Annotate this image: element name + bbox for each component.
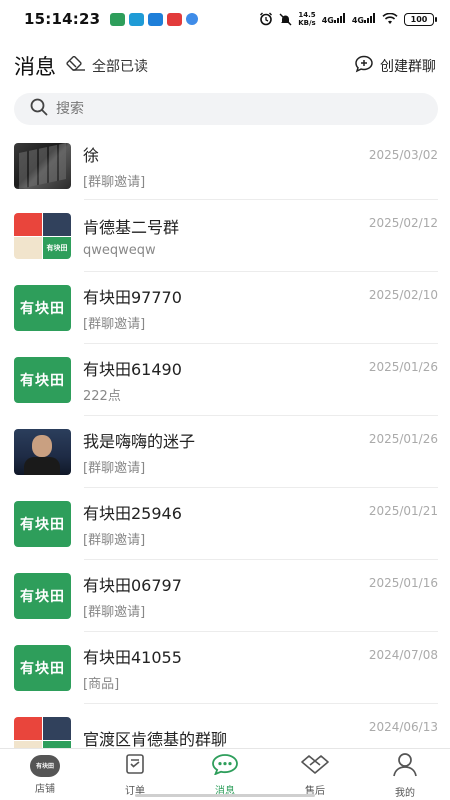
search-bar[interactable] [14, 93, 438, 125]
avatar-tile [14, 213, 42, 236]
conversation-row[interactable]: 有块田 有块田25946 [群聊邀请] 2025/01/21 [0, 488, 450, 560]
brand-avatar: 有块田 [14, 285, 71, 331]
conversation-row[interactable]: 有块田 有块田97770 [群聊邀请] 2025/02/10 [0, 272, 450, 344]
tab-label: 店铺 [35, 783, 55, 795]
avatar-tile [43, 717, 71, 740]
conversation-date: 2024/06/13 [368, 720, 438, 734]
avatar-tile-brand: 有块田 [43, 740, 71, 748]
tab-label: 我的 [395, 787, 415, 799]
page-header: 消息 全部已读 创建群聊 [0, 44, 450, 88]
avatar [14, 143, 71, 189]
tab-store[interactable]: 有块田 店铺 [0, 749, 90, 800]
eraser-icon [66, 55, 86, 76]
notification-icons [110, 12, 199, 26]
alarm-icon [259, 12, 273, 26]
conversation-row[interactable]: 有块田 有块田61490 222点 2025/01/26 [0, 344, 450, 416]
add-chat-icon [354, 55, 374, 77]
group-avatar: 有块田 [14, 213, 71, 259]
conversation-row[interactable]: 有块田 有块田41055 [商品] 2024/07/08 [0, 632, 450, 704]
conversation-preview: [群聊邀请] [83, 175, 146, 190]
status-bar: 15:14:23 14.5 KB/s 4G 4G 100 [0, 0, 450, 38]
mute-icon [279, 13, 292, 26]
avatar-tile-brand: 有块田 [43, 236, 71, 259]
conversation-preview: [群聊邀请] [83, 533, 146, 548]
create-group-button[interactable]: 创建群聊 [354, 55, 436, 77]
conversation-date: 2025/01/16 [368, 576, 438, 590]
battery-indicator: 100 [404, 12, 437, 26]
net-speed: 14.5 KB/s [298, 11, 316, 27]
brand-avatar: 有块田 [14, 357, 71, 403]
conversation-date: 2025/01/26 [368, 432, 438, 446]
avatar-tile [14, 740, 42, 748]
conversation-date: 2025/01/21 [368, 504, 438, 518]
conversation-list[interactable]: 徐 [群聊邀请] 2025/03/02 有块田 肯德基二号群 qweqweqw … [0, 132, 450, 748]
tab-after-sales[interactable]: 售后 [270, 749, 360, 800]
app-notification-icon [167, 12, 183, 26]
bottom-tab-bar: 有块田 店铺 订单 消息 售后 我的 [0, 748, 450, 800]
page-title: 消息 [14, 55, 56, 79]
conversation-date: 2025/03/02 [368, 148, 438, 162]
app-notification-icon [110, 12, 126, 26]
app-notification-icon [129, 12, 145, 26]
signal-4g-1: 4G [322, 13, 346, 25]
conversation-preview: qweqweqw [83, 243, 156, 258]
create-group-label: 创建群聊 [380, 59, 436, 75]
conversation-date: 2024/07/08 [368, 648, 438, 662]
conversation-preview: [商品] [83, 677, 120, 692]
conversation-preview: [群聊邀请] [83, 317, 146, 332]
conversation-row[interactable]: 我是嗨嗨的迷子 [群聊邀请] 2025/01/26 [0, 416, 450, 488]
brand-avatar: 有块田 [14, 501, 71, 547]
conversation-row[interactable]: 有块田 肯德基二号群 qweqweqw 2025/02/12 [0, 200, 450, 272]
status-time: 15:14:23 [24, 10, 101, 28]
handshake-icon [300, 753, 330, 779]
conversation-row[interactable]: 有块田 官渡区肯德基的群聊 2024/06/13 [0, 704, 450, 748]
signal-4g-2: 4G [352, 13, 376, 25]
group-avatar: 有块田 [14, 717, 71, 748]
tab-orders[interactable]: 订单 [90, 749, 180, 800]
brand-avatar: 有块田 [14, 573, 71, 619]
avatar-tile [14, 236, 42, 259]
search-input[interactable] [56, 101, 438, 117]
status-right: 14.5 KB/s 4G 4G 100 [259, 11, 437, 27]
order-icon [124, 753, 146, 779]
conversation-date: 2025/02/12 [368, 216, 438, 230]
avatar [14, 429, 71, 475]
conversation-preview: [群聊邀请] [83, 605, 146, 620]
wifi-icon [382, 13, 398, 25]
tab-profile[interactable]: 我的 [360, 749, 450, 800]
conversation-row[interactable]: 徐 [群聊邀请] 2025/03/02 [0, 132, 450, 200]
tab-messages[interactable]: 消息 [180, 749, 270, 800]
conversation-row[interactable]: 有块田 有块田06797 [群聊邀请] 2025/01/16 [0, 560, 450, 632]
app-notification-icon [148, 12, 164, 26]
app-notification-icon [186, 13, 199, 25]
conversation-date: 2025/01/26 [368, 360, 438, 374]
store-icon: 有块田 [30, 754, 60, 777]
conversation-preview: 222点 [83, 389, 121, 404]
avatar-tile [14, 717, 42, 740]
mark-all-read-label: 全部已读 [92, 59, 148, 75]
message-icon [211, 753, 239, 779]
mark-all-read-button[interactable]: 全部已读 [66, 55, 148, 76]
conversation-preview: [群聊邀请] [83, 461, 146, 476]
brand-avatar: 有块田 [14, 645, 71, 691]
home-indicator[interactable] [135, 794, 315, 797]
conversation-date: 2025/02/10 [368, 288, 438, 302]
search-icon [30, 98, 48, 120]
profile-icon [392, 751, 418, 781]
avatar-tile [43, 213, 71, 236]
